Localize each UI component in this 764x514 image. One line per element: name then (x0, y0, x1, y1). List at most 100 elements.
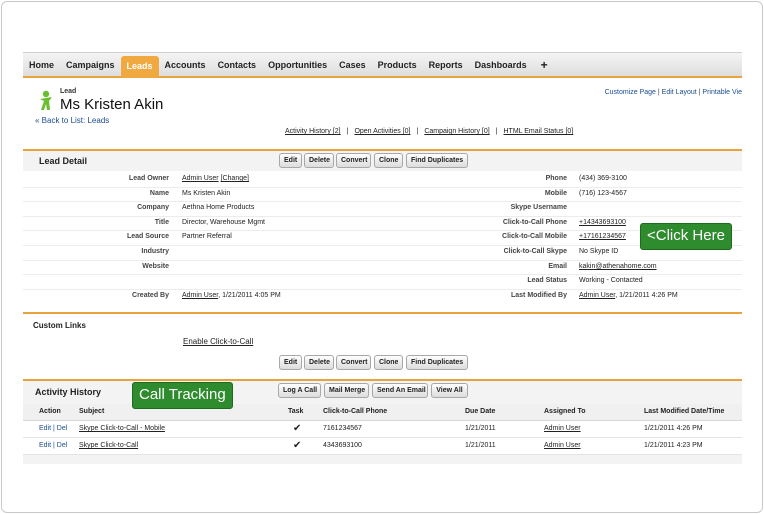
edit-button[interactable]: Edit (279, 153, 302, 168)
field-value: Admin User, 1/21/2011 4:26 PM (579, 292, 678, 299)
field-label: Created By (132, 291, 169, 299)
phone-cell: 7161234567 (323, 425, 362, 432)
add-tab-plus-icon[interactable]: + (533, 55, 556, 75)
custom-links-title: Custom Links (33, 321, 86, 330)
field-row: Website Email kakin@athenahome.com (23, 261, 742, 276)
last-modified-by-link[interactable]: Admin User (579, 292, 615, 299)
field-value: (716) 123-4567 (579, 189, 627, 197)
convert-button[interactable]: Convert (336, 355, 371, 370)
subject-link[interactable]: Skype Click-to-Call - Mobile (79, 425, 165, 432)
field-label: Click-to-Call Phone (502, 218, 567, 226)
field-label: Title (154, 218, 169, 226)
assigned-to-link[interactable]: Admin User (544, 425, 581, 432)
field-value: Partner Referral (182, 233, 232, 241)
column-header: Click-to-Call Phone (323, 408, 388, 415)
tab-products[interactable]: Products (372, 55, 423, 75)
field-label: Lead Status (527, 277, 567, 285)
record-type-label: Lead (60, 88, 77, 95)
tab-cases[interactable]: Cases (333, 55, 372, 75)
field-row: Title Director, Warehouse Mgmt Click-to-… (23, 217, 742, 232)
field-label: Skype Username (510, 204, 567, 212)
back-to-list-link[interactable]: « Back to List: Leads (35, 116, 109, 125)
field-row: Industry Click-to-Call Skype No Skype ID (23, 246, 742, 261)
click-to-call-mobile-link[interactable]: +17161234567 (579, 233, 626, 240)
phone-cell: 4343693100 (323, 442, 362, 449)
field-value: (434) 369-3100 (579, 175, 627, 182)
open-activities-link[interactable]: Open Activities [0] (354, 128, 410, 135)
column-header: Due Date (465, 408, 496, 415)
field-label: Industry (141, 248, 169, 255)
tab-dashboards[interactable]: Dashboards (469, 55, 533, 75)
edit-del-links[interactable]: Edit | Del (39, 425, 67, 432)
tab-home[interactable]: Home (23, 55, 60, 75)
last-modified-date: , 1/21/2011 4:26 PM (615, 291, 678, 299)
edit-del-links[interactable]: Edit | Del (39, 442, 67, 449)
change-owner-link[interactable]: [Change] (221, 175, 249, 182)
enable-click-to-call-link[interactable]: Enable Click-to-Call (183, 337, 253, 346)
clone-button[interactable]: Clone (374, 153, 403, 168)
find-duplicates-button[interactable]: Find Duplicates (406, 153, 468, 168)
tab-contacts[interactable]: Contacts (212, 55, 263, 75)
edit-layout-link[interactable]: Edit Layout (662, 89, 697, 96)
field-value: Working - Contacted (579, 277, 643, 285)
column-header: Action (39, 408, 61, 415)
send-an-email-button[interactable]: Send An Email (372, 383, 428, 398)
field-row: Lead Owner Admin User [Change] Phone (43… (23, 173, 742, 188)
tab-accounts[interactable]: Accounts (159, 55, 212, 75)
delete-button[interactable]: Delete (304, 153, 334, 168)
modified-cell: 1/21/2011 4:23 PM (644, 442, 703, 449)
email-link[interactable]: kakin@athenahome.com (579, 263, 657, 270)
created-date: , 1/21/2011 4:05 PM (218, 291, 281, 299)
task-check-icon: ✔ (293, 440, 302, 451)
lead-owner-link[interactable]: Admin User (182, 175, 219, 182)
click-here-callout: <Click Here (640, 223, 732, 250)
customize-page-link[interactable]: Customize Page (605, 89, 656, 96)
field-row: Lead Source Partner Referral Click-to-Ca… (23, 231, 742, 246)
field-value: Admin User, 1/21/2011 4:05 PM (182, 292, 281, 299)
tab-campaigns[interactable]: Campaigns (60, 55, 121, 75)
field-row: Created By Admin User, 1/21/2011 4:05 PM… (23, 290, 742, 305)
due-date-cell: 1/21/2011 (465, 442, 496, 449)
html-email-status-link[interactable]: HTML Email Status [0] (504, 128, 574, 135)
click-to-call-phone-link[interactable]: +14343693100 (579, 219, 626, 226)
field-value: Ms Kristen Akin (182, 189, 231, 197)
log-a-call-button[interactable]: Log A Call (278, 383, 321, 398)
field-label: Company (137, 204, 169, 212)
field-value: Aethna Home Products (182, 204, 255, 212)
field-label: Click-to-Call Mobile (502, 233, 567, 241)
column-header: Last Modified Date/Time (644, 408, 725, 415)
assigned-to-link[interactable]: Admin User (544, 442, 581, 449)
page-title: Ms Kristen Akin (60, 96, 164, 113)
created-by-link[interactable]: Admin User (182, 292, 218, 299)
field-row: Name Ms Kristen Akin Mobile (716) 123-45… (23, 188, 742, 203)
campaign-history-link[interactable]: Campaign History [0] (424, 128, 489, 135)
edit-button[interactable]: Edit (279, 355, 302, 370)
tab-reports[interactable]: Reports (423, 55, 469, 75)
field-label: Email (548, 262, 567, 270)
due-date-cell: 1/21/2011 (465, 425, 496, 432)
tab-opportunities[interactable]: Opportunities (262, 55, 333, 75)
convert-button[interactable]: Convert (336, 153, 371, 168)
field-value: Admin User [Change] (182, 175, 249, 182)
table-header-row: Action Subject Task Click-to-Call Phone … (23, 404, 742, 421)
section-title: Lead Detail (39, 156, 88, 166)
column-header: Task (288, 408, 304, 415)
lead-person-icon (40, 90, 52, 110)
delete-button[interactable]: Delete (304, 355, 334, 370)
field-row: Company Aethna Home Products Skype Usern… (23, 202, 742, 217)
table-row: Edit | Del Skype Click-to-Call - Mobile … (23, 421, 742, 438)
crm-app: Home Campaigns Leads Accounts Contacts O… (23, 52, 742, 464)
printable-view-link[interactable]: Printable Vie (702, 89, 742, 96)
table-row: Edit | Del Skype Click-to-Call ✔ 4343693… (23, 438, 742, 455)
view-all-button[interactable]: View All (431, 383, 468, 398)
find-duplicates-button[interactable]: Find Duplicates (406, 355, 468, 370)
field-label: Mobile (544, 189, 567, 197)
clone-button[interactable]: Clone (374, 355, 403, 370)
field-label: Name (149, 189, 169, 197)
activity-history-link[interactable]: Activity History [2] (285, 128, 341, 135)
column-header: Assigned To (544, 408, 586, 415)
tab-leads[interactable]: Leads (120, 55, 159, 78)
related-list-links: Activity History [2] | Open Activities [0]… (285, 128, 574, 135)
mail-merge-button[interactable]: Mail Merge (324, 383, 369, 398)
subject-link[interactable]: Skype Click-to-Call (79, 442, 138, 449)
